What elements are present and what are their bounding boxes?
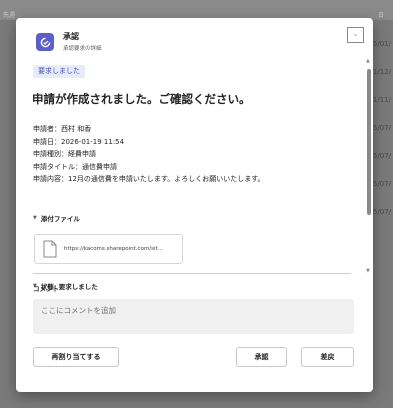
close-icon	[354, 33, 357, 37]
reassign-button[interactable]: 再割り当てする	[33, 347, 119, 367]
info-request-type: 申請種別：経費申請	[33, 150, 96, 158]
approve-button[interactable]: 承認	[236, 347, 287, 367]
info-request-title: 申請タイトル：通信費申請	[33, 162, 117, 171]
info-requester: 申請者：西村 和香	[33, 125, 92, 133]
info-request-content: 申請内容：12月の通信費を申請いたします。よろしくお願いいたします。	[33, 175, 265, 183]
scrollbar-thumb[interactable]	[367, 69, 371, 215]
background-date: 5/07/	[372, 124, 391, 132]
comment-label: コメント	[33, 285, 59, 293]
scroll-down-icon[interactable]: ▼	[366, 268, 370, 274]
comment-input[interactable]	[33, 299, 354, 334]
attachment-url: https://kacoms.sharepoint.com/sit...	[64, 246, 163, 252]
background-header: 先週 日	[0, 0, 393, 20]
attachment-card[interactable]: https://kacoms.sharepoint.com/sit...	[34, 234, 183, 264]
reject-button[interactable]: 差戻	[301, 347, 354, 367]
scroll-up-icon[interactable]: ▲	[366, 58, 370, 64]
background-date-column: 5/01/ 1/12/ 1/11/ 5/07/ 5/07/ 5/07/ 5/07…	[373, 0, 393, 408]
request-info: 申請者：西村 和香 申請日：2026-01-19 11:54 申請種別：経費申請…	[33, 123, 265, 186]
background-date: 5/07/	[372, 180, 391, 188]
close-button[interactable]	[347, 27, 364, 43]
detail-scroll-area[interactable]: 要求しました 申請が作成されました。ご確認ください。 申請者：西村 和香 申請日…	[16, 63, 373, 315]
background-date: 5/07/	[372, 208, 391, 216]
background-date: 1/11/	[372, 96, 391, 104]
background-date: 1/12/	[372, 68, 391, 76]
section-divider	[33, 273, 351, 274]
info-request-date: 申請日：2026-01-19 11:54	[33, 137, 125, 146]
approval-detail-dialog: 承認 承認要求の詳細 要求しました 申請が作成されました。ご確認ください。 申請…	[16, 18, 373, 392]
attachments-section-toggle[interactable]: ▼ 添付ファイル	[33, 213, 80, 223]
request-headline: 申請が作成されました。ご確認ください。	[32, 92, 251, 106]
file-icon	[43, 240, 57, 258]
dialog-title: 承認	[63, 32, 79, 41]
dialog-subtitle: 承認要求の詳細	[63, 46, 102, 52]
caret-down-icon: ▼	[33, 215, 37, 221]
status-badge: 要求しました	[33, 65, 85, 78]
attachments-header: 添付ファイル	[40, 215, 80, 223]
background-date: 5/01/	[372, 40, 391, 48]
background-header-text: 先週	[3, 12, 16, 19]
background-date: 5/07/	[372, 152, 391, 160]
approvals-icon	[36, 33, 54, 51]
